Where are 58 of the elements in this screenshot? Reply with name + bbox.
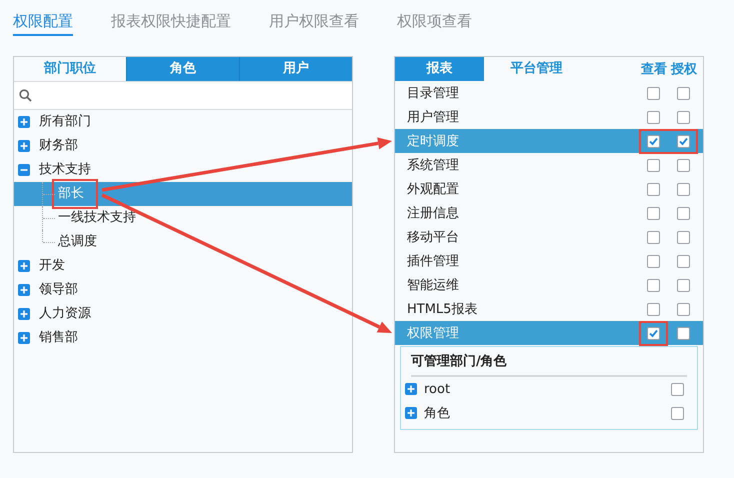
tree-item[interactable]: 所有部门: [37, 111, 93, 133]
permission-item[interactable]: HTML5报表: [407, 300, 478, 318]
expand-icon[interactable]: [405, 407, 417, 419]
tree-item[interactable]: root: [424, 382, 671, 396]
checkbox[interactable]: [647, 302, 660, 316]
checkbox[interactable]: [677, 302, 690, 316]
expand-icon[interactable]: [18, 308, 30, 320]
checkbox[interactable]: [647, 326, 660, 340]
tree-item[interactable]: 角色: [424, 404, 671, 422]
tree-item[interactable]: 技术支持: [37, 159, 93, 181]
column-header: 查看: [641, 61, 667, 78]
expand-icon[interactable]: [18, 332, 30, 344]
tree-item[interactable]: 一线技术支持: [56, 207, 138, 229]
column-header: 授权: [671, 61, 697, 78]
tree-item[interactable]: 开发: [37, 255, 67, 277]
permission-item[interactable]: 插件管理: [407, 252, 459, 270]
checkbox[interactable]: [647, 86, 660, 100]
expand-icon[interactable]: [18, 140, 30, 152]
permission-item[interactable]: 外观配置: [407, 180, 459, 198]
permission-item[interactable]: 移动平台: [407, 228, 459, 246]
expand-icon[interactable]: [18, 284, 30, 296]
checkbox[interactable]: [677, 86, 690, 100]
checkbox[interactable]: [677, 134, 690, 148]
section-title: 可管理部门/角色: [411, 347, 687, 377]
checkbox[interactable]: [647, 110, 660, 124]
tree-item[interactable]: 总调度: [56, 231, 99, 253]
tree-item[interactable]: 销售部: [37, 327, 80, 349]
tree-item[interactable]: 财务部: [37, 135, 80, 157]
expand-icon[interactable]: [18, 260, 30, 272]
permission-item[interactable]: 注册信息: [407, 204, 459, 222]
checkbox[interactable]: [671, 382, 684, 396]
permission-item[interactable]: 用户管理: [407, 108, 459, 126]
permission-item[interactable]: 系统管理: [407, 156, 459, 174]
checkbox[interactable]: [671, 406, 684, 420]
checkbox[interactable]: [677, 230, 690, 244]
checkbox[interactable]: [677, 110, 690, 124]
checkbox[interactable]: [677, 206, 690, 220]
checkbox[interactable]: [677, 182, 690, 196]
expand-icon[interactable]: [18, 116, 30, 128]
checkbox[interactable]: [677, 278, 690, 292]
checkbox[interactable]: [677, 254, 690, 268]
checkbox[interactable]: [647, 206, 660, 220]
checkbox[interactable]: [647, 230, 660, 244]
collapse-icon[interactable]: [18, 164, 30, 176]
checkbox[interactable]: [647, 134, 660, 148]
checkbox[interactable]: [677, 158, 690, 172]
tree-item[interactable]: 人力资源: [37, 303, 93, 325]
checkbox[interactable]: [647, 278, 660, 292]
permission-item[interactable]: 目录管理: [407, 84, 459, 102]
tree-item[interactable]: 领导部: [37, 279, 80, 301]
checkbox[interactable]: [647, 182, 660, 196]
checkbox[interactable]: [647, 158, 660, 172]
search-field[interactable]: [14, 81, 352, 110]
expand-icon[interactable]: [405, 383, 417, 395]
search-icon: [19, 89, 32, 102]
checkbox[interactable]: [647, 254, 660, 268]
checkbox[interactable]: [677, 326, 690, 340]
permission-item[interactable]: 智能运维: [407, 276, 459, 294]
